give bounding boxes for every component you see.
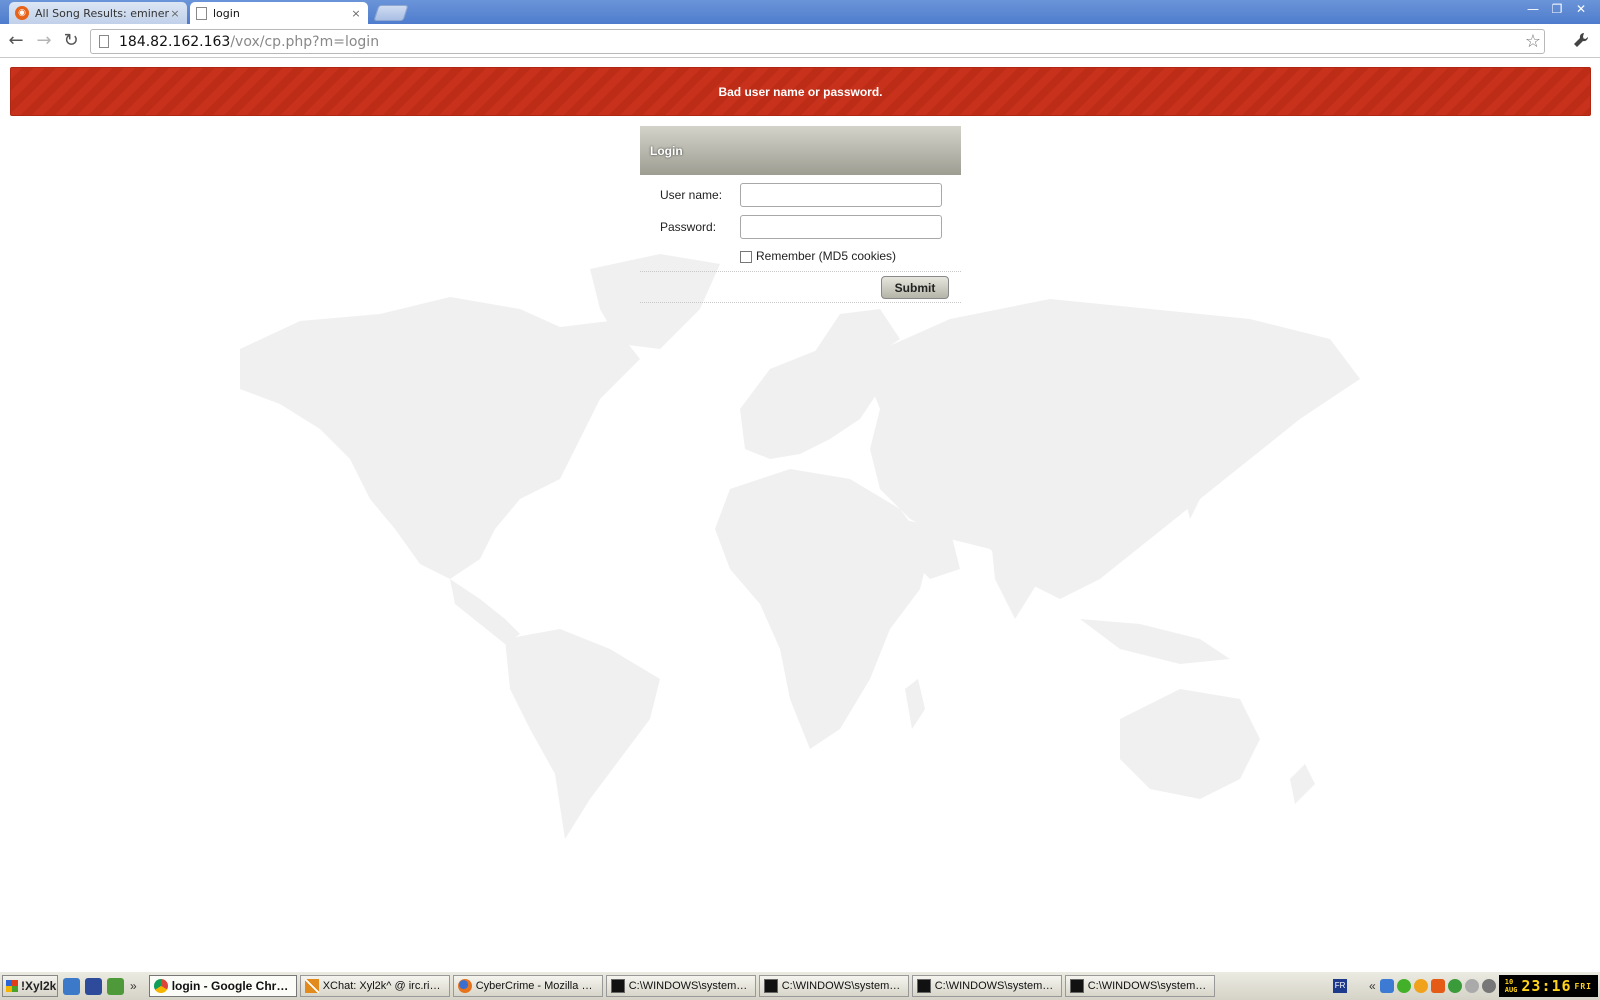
task-label: C:\WINDOWS\system32... [628,980,751,992]
cmd-icon [610,979,625,993]
page-icon [196,6,207,20]
windows-taskbar: !Xyl2k » login - Google Chrome XChat: Xy… [0,971,1600,1000]
url-path: /vox/cp.php?m=login [230,33,380,50]
ie-icon[interactable] [63,977,80,995]
volume-icon[interactable] [1464,979,1479,993]
clock[interactable]: 10 AUG 23:16 FRI [1498,975,1598,997]
shield-icon[interactable] [1396,979,1411,993]
url-host: 184.82.162.163 [119,33,231,50]
wrench-icon[interactable] [1572,31,1590,49]
task-cmd-1[interactable]: C:\WINDOWS\system32... [605,975,756,997]
start-button[interactable]: !Xyl2k [2,975,58,997]
web-page: Bad user name or password. Login User na… [0,59,1600,971]
window-controls: — ❐ ✕ [1522,1,1592,17]
password-row: Password: [640,213,961,245]
password-label: Password: [660,220,717,234]
clover-icon[interactable] [1447,979,1462,993]
firefox-icon [457,979,472,993]
login-panel: Login User name: Password: Remember (MD5… [640,126,961,303]
username-label: User name: [660,188,723,202]
reload-button[interactable]: ↻ [60,30,82,52]
clock-date: 10 AUG [1505,978,1518,994]
task-label: C:\WINDOWS\system32... [934,980,1057,992]
url-text[interactable]: 184.82.162.163/vox/cp.php?m=login [119,34,1522,50]
task-xchat[interactable]: XChat: Xyl2k^ @ irc.rizo... [299,975,450,997]
task-cmd-3[interactable]: C:\WINDOWS\system32... [911,975,1062,997]
submit-row: Submit [640,271,961,303]
close-icon[interactable]: × [169,7,181,20]
system-tray: FR « 10 AUG 23:16 FRI [1333,975,1598,997]
login-title: Login [650,143,683,158]
error-alert-banner: Bad user name or password. [10,67,1591,116]
clock-weekday: FRI [1574,981,1592,991]
address-bar[interactable]: 184.82.162.163/vox/cp.php?m=login ☆ [90,29,1545,54]
close-window-button[interactable]: ✕ [1570,1,1592,17]
cmd-icon [1069,979,1084,993]
remember-row: Remember (MD5 cookies) [640,245,961,271]
cmd-icon [916,979,931,993]
task-label: XChat: Xyl2k^ @ irc.rizo... [322,980,445,992]
network-icon[interactable] [1379,979,1394,993]
grooveshark-icon: ◉ [15,6,29,20]
desktop-icon[interactable] [85,977,102,995]
tab-label: All Song Results: eminem - Gr [35,6,169,20]
clock-month: AUG [1504,986,1518,994]
windows-logo-icon [6,980,18,992]
tab-label: login [213,6,240,20]
task-label: C:\WINDOWS\system32... [781,980,904,992]
messenger-icon[interactable] [1413,979,1428,993]
restore-button[interactable]: ❐ [1546,1,1568,17]
browser-toolbar: ← → ↻ 184.82.162.163/vox/cp.php?m=login … [0,24,1600,58]
language-indicator[interactable]: FR [1333,979,1348,993]
tray-expand-icon[interactable]: « [1369,979,1376,993]
remember-checkbox[interactable] [740,251,752,263]
xchat-tray-icon[interactable] [1430,979,1445,993]
task-firefox[interactable]: CyberCrime - Mozilla Fire... [452,975,603,997]
username-row: User name: [640,181,961,213]
tab-login[interactable]: login × [190,2,368,24]
task-chrome[interactable]: login - Google Chrome [148,975,297,997]
back-button[interactable]: ← [5,30,27,52]
start-label: !Xyl2k [21,979,57,993]
bookmark-star-icon[interactable]: ☆ [1522,31,1544,52]
page-icon [99,35,109,48]
task-cmd-2[interactable]: C:\WINDOWS\system32... [758,975,909,997]
browser-titlebar: ◉ All Song Results: eminem - Gr × login … [0,0,1600,24]
remember-label[interactable]: Remember (MD5 cookies) [756,249,896,263]
chrome-icon [153,979,168,993]
new-tab-button[interactable] [373,5,409,21]
task-label: login - Google Chrome [171,979,292,993]
close-icon[interactable]: × [350,7,362,20]
sync-icon[interactable] [1481,979,1496,993]
task-label: CyberCrime - Mozilla Fire... [475,980,598,992]
media-icon[interactable] [107,977,124,995]
forward-button[interactable]: → [33,30,55,52]
task-cmd-4[interactable]: C:\WINDOWS\system32... [1064,975,1215,997]
quicklaunch-more-icon[interactable]: » [130,979,137,993]
cmd-icon [763,979,778,993]
error-message: Bad user name or password. [718,84,883,99]
submit-button[interactable]: Submit [881,276,949,299]
tab-song-results[interactable]: ◉ All Song Results: eminem - Gr × [9,2,187,24]
username-input[interactable] [740,183,942,207]
login-header: Login [640,126,961,175]
xchat-icon [304,979,319,993]
task-label: C:\WINDOWS\system32... [1087,980,1210,992]
clock-time: 23:16 [1521,977,1572,995]
clock-day: 10 [1504,978,1514,986]
minimize-button[interactable]: — [1522,1,1544,17]
password-input[interactable] [740,215,942,239]
